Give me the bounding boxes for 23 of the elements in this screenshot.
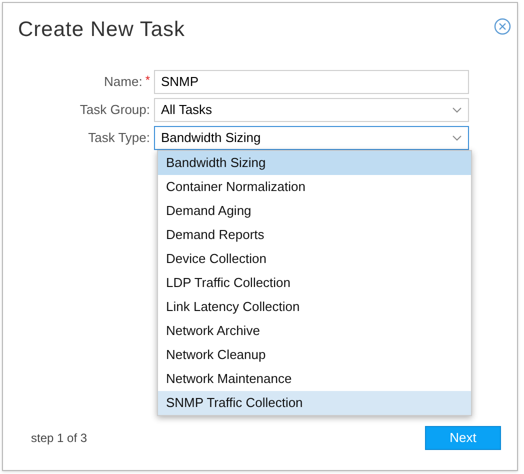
dropdown-option[interactable]: Demand Reports [158, 223, 471, 247]
field-label: Task Group: [80, 100, 150, 119]
chevron-down-icon [452, 134, 462, 140]
select-field[interactable]: All Tasks [154, 98, 469, 122]
dropdown-option[interactable]: Bandwidth Sizing [158, 151, 471, 175]
required-mark: * [145, 72, 150, 89]
field-label: Name: [104, 72, 142, 91]
select-field[interactable]: Bandwidth Sizing [154, 126, 469, 150]
dropdown-option[interactable]: Network Maintenance [158, 367, 471, 391]
close-icon[interactable] [494, 18, 511, 35]
dialog-title: Create New Task [18, 17, 186, 43]
dropdown-option[interactable]: LDP Traffic Collection [158, 271, 471, 295]
dropdown-option[interactable]: Demand Aging [158, 199, 471, 223]
dropdown-option[interactable]: Network Cleanup [158, 343, 471, 367]
dropdown-option[interactable]: Device Collection [158, 247, 471, 271]
dropdown-option[interactable]: Container Normalization [158, 175, 471, 199]
dropdown-option[interactable]: SNMP Traffic Collection [158, 391, 471, 415]
dropdown-option[interactable]: Network Archive [158, 319, 471, 343]
dropdown-option[interactable]: Link Latency Collection [158, 295, 471, 319]
chevron-down-icon [452, 106, 462, 112]
field-label: Task Type: [88, 128, 150, 147]
step-indicator: step 1 of 3 [31, 430, 88, 447]
input-field[interactable]: SNMP [154, 70, 469, 94]
